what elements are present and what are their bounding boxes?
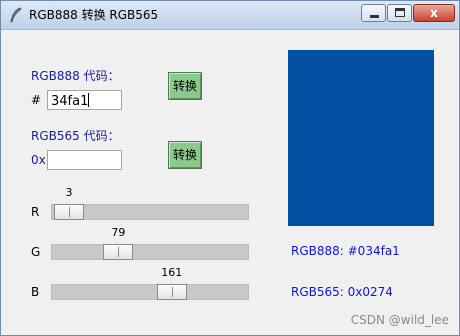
slider-b-value: 161 — [161, 266, 183, 279]
convert-rgb888-button[interactable]: 转换 — [168, 72, 202, 100]
close-button[interactable]: x — [413, 4, 455, 22]
rgb888-input[interactable]: 34fa1 — [47, 90, 122, 110]
slider-b-trough[interactable] — [51, 284, 249, 300]
convert-rgb565-button[interactable]: 转换 — [168, 141, 202, 169]
slider-g-value: 79 — [111, 226, 126, 239]
hash-prefix: # — [31, 93, 42, 107]
slider-r-thumb[interactable] — [53, 204, 84, 220]
window-title: RGB888 转换 RGB565 — [29, 8, 159, 22]
feather-icon — [10, 7, 22, 23]
color-preview-swatch — [288, 50, 434, 226]
slider-g-thumb[interactable] — [103, 244, 134, 260]
maximize-button[interactable] — [387, 4, 412, 22]
slider-g-label: G — [31, 245, 41, 259]
slider-b-label: B — [31, 285, 40, 299]
app-window: RGB888 转换 RGB565 x RGB888 代码： # 34fa1 转换… — [0, 0, 460, 336]
rgb565-code-label: RGB565 代码： — [31, 129, 120, 143]
maximize-icon — [395, 8, 405, 17]
rgb888-result-text: RGB888: #034fa1 — [291, 244, 400, 258]
slider-r-value: 3 — [65, 186, 73, 199]
minimize-icon — [370, 15, 379, 18]
text-caret — [88, 93, 90, 107]
rgb565-input[interactable] — [47, 150, 122, 170]
watermark-text: CSDN @wild_lee — [350, 313, 449, 327]
close-icon: x — [430, 6, 438, 20]
rgb565-result-text: RGB565: 0x0274 — [291, 285, 393, 299]
slider-r-label: R — [31, 205, 40, 219]
slider-b-thumb[interactable] — [156, 284, 187, 300]
minimize-button[interactable] — [361, 4, 386, 22]
hex-prefix: 0x — [31, 153, 46, 167]
rgb888-code-label: RGB888 代码： — [31, 69, 120, 83]
rgb888-input-value: 34fa1 — [51, 94, 89, 109]
slider-r-trough[interactable] — [51, 204, 249, 220]
title-bar[interactable]: RGB888 转换 RGB565 x — [1, 1, 459, 30]
slider-g-trough[interactable] — [51, 244, 249, 260]
